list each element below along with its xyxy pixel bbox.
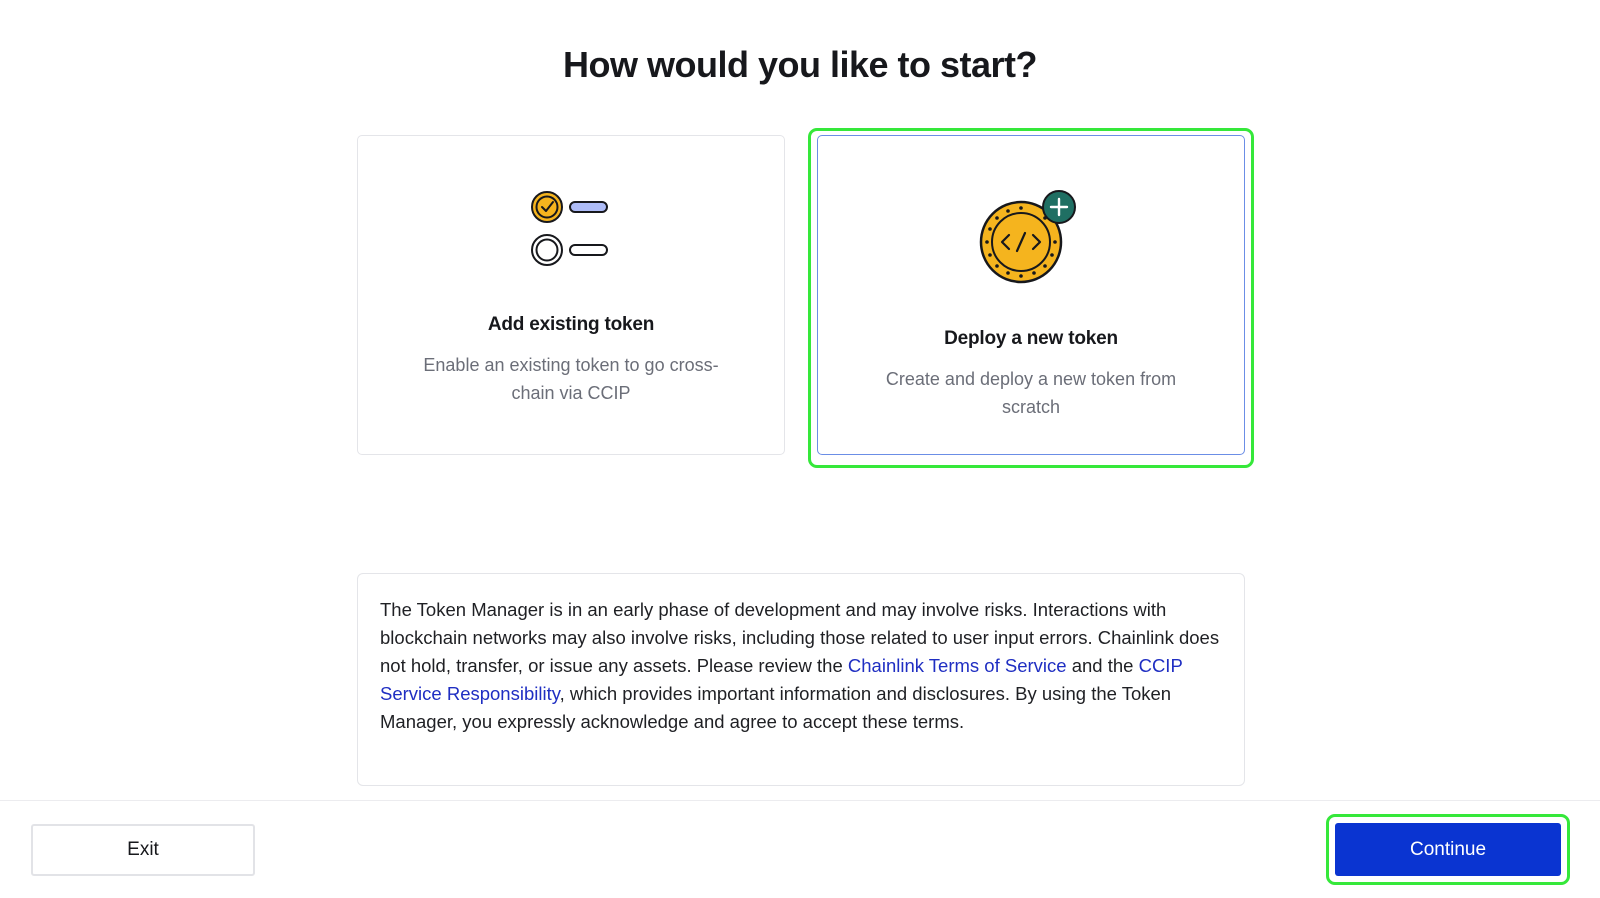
disclaimer-text: and the — [1066, 655, 1139, 676]
option-card-add-existing-token[interactable]: Add existing token Enable an existing to… — [357, 135, 785, 455]
page-title: How would you like to start? — [562, 44, 1038, 85]
checklist-icon — [358, 187, 784, 271]
option-card-deploy-new-token[interactable]: Deploy a new token Create and deploy a n… — [817, 135, 1245, 455]
chainlink-terms-link[interactable]: Chainlink Terms of Service — [848, 655, 1067, 676]
option-title: Add existing token — [487, 314, 655, 335]
risk-disclaimer: The Token Manager is in an early phase o… — [357, 573, 1245, 786]
continue-button[interactable]: Continue — [1335, 823, 1561, 876]
option-description: Enable an existing token to go cross-cha… — [423, 355, 719, 403]
exit-button[interactable]: Exit — [31, 824, 255, 876]
option-description: Create and deploy a new token from scrat… — [885, 369, 1177, 417]
code-coin-plus-icon — [818, 188, 1244, 286]
option-title: Deploy a new token — [944, 328, 1118, 349]
token-manager-start-page: How would you like to start? Add existin… — [0, 0, 1600, 898]
footer-divider — [0, 800, 1600, 801]
